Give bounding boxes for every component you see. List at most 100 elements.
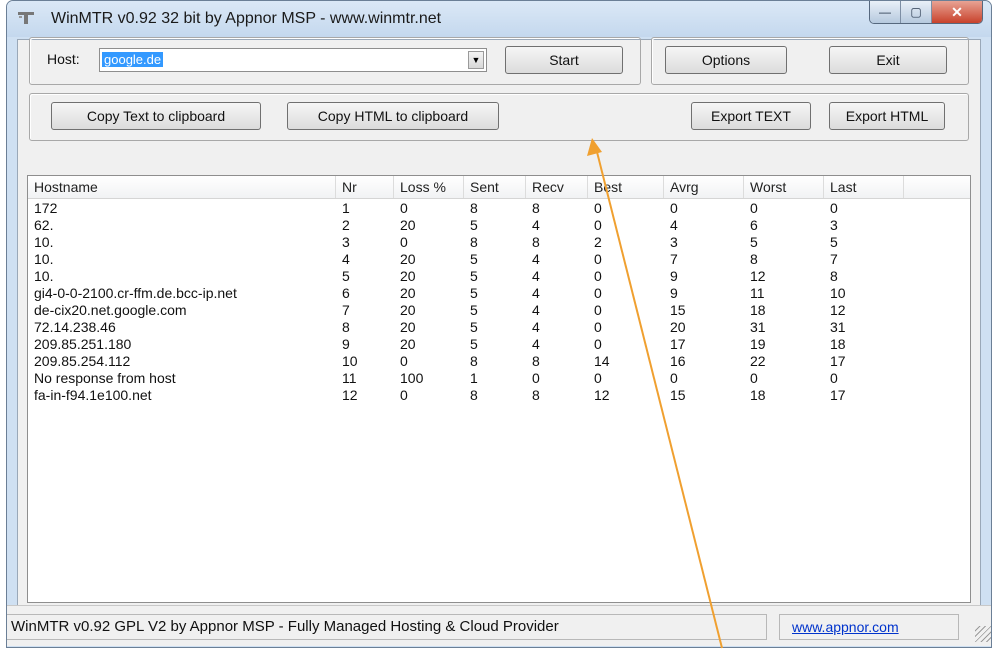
title-bar[interactable]: WinMTR v0.92 32 bit by Appnor MSP - www.…: [7, 1, 991, 37]
cell-hostname: 62.: [34, 217, 54, 233]
cell-hostname: 10.: [34, 268, 54, 284]
table-row[interactable]: gi4-0-0-2100.cr-ffm.de.bcc-ip.net 6 20 5 4 0 9…: [28, 285, 970, 301]
results-table[interactable]: Hostname Nr Loss % Sent Recv Best Avrg Worst Las…: [27, 175, 971, 603]
cell-hostname: 209.85.254.112: [34, 353, 131, 369]
cell-avrg: 9: [670, 268, 678, 284]
cell-worst: 11: [750, 285, 765, 301]
column-header-nr[interactable]: Nr: [336, 176, 394, 198]
cell-best: 0: [594, 268, 602, 284]
appnor-link[interactable]: www.appnor.com: [779, 614, 959, 640]
table-row[interactable]: de-cix20.net.google.com 7 20 5 4 0 15 18 12: [28, 302, 970, 318]
cell-last: 8: [830, 268, 838, 284]
cell-last: 31: [830, 319, 846, 335]
cell-worst: 0: [750, 200, 758, 216]
cell-avrg: 0: [670, 370, 678, 386]
host-input[interactable]: google.de: [102, 52, 164, 67]
cell-worst: 6: [750, 217, 758, 233]
cell-avrg: 15: [670, 302, 686, 318]
cell-worst: 31: [750, 319, 766, 335]
close-button[interactable]: ✕: [932, 1, 982, 23]
cell-worst: 18: [750, 387, 766, 403]
column-header-worst[interactable]: Worst: [744, 176, 824, 198]
cell-best: 0: [594, 217, 602, 233]
cell-sent: 5: [470, 251, 478, 267]
start-button[interactable]: Start: [505, 46, 623, 74]
host-combobox[interactable]: google.de ▼: [99, 48, 487, 72]
cell-sent: 5: [470, 336, 478, 352]
cell-recv: 8: [532, 353, 540, 369]
cell-avrg: 20: [670, 319, 686, 335]
copy-text-button[interactable]: Copy Text to clipboard: [51, 102, 261, 130]
cell-recv: 4: [532, 336, 540, 352]
cell-best: 0: [594, 251, 602, 267]
exit-button[interactable]: Exit: [829, 46, 947, 74]
cell-nr: 4: [342, 251, 350, 267]
cell-sent: 8: [470, 353, 478, 369]
column-header-filler: [904, 176, 970, 198]
column-header-loss[interactable]: Loss %: [394, 176, 464, 198]
column-header-last[interactable]: Last: [824, 176, 904, 198]
maximize-button[interactable]: ▢: [901, 1, 932, 23]
cell-loss: 20: [400, 268, 416, 284]
cell-recv: 0: [532, 370, 540, 386]
cell-last: 5: [830, 234, 838, 250]
chevron-down-icon[interactable]: ▼: [468, 51, 484, 69]
table-row[interactable]: 10. 3 0 8 8 2 3 5 5: [28, 234, 970, 250]
cell-sent: 8: [470, 387, 478, 403]
cell-recv: 4: [532, 217, 540, 233]
cell-best: 14: [594, 353, 610, 369]
export-text-button[interactable]: Export TEXT: [691, 102, 811, 130]
cell-best: 0: [594, 285, 602, 301]
column-header-sent[interactable]: Sent: [464, 176, 526, 198]
table-row[interactable]: 62. 2 20 5 4 0 4 6 3: [28, 217, 970, 233]
export-html-button[interactable]: Export HTML: [829, 102, 945, 130]
column-header-avrg[interactable]: Avrg: [664, 176, 744, 198]
cell-last: 3: [830, 217, 838, 233]
cell-sent: 5: [470, 319, 478, 335]
cell-hostname: de-cix20.net.google.com: [34, 302, 187, 318]
cell-nr: 1: [342, 200, 350, 216]
options-button[interactable]: Options: [665, 46, 787, 74]
cell-sent: 5: [470, 268, 478, 284]
table-header: Hostname Nr Loss % Sent Recv Best Avrg Worst Las…: [28, 176, 970, 199]
window-title: WinMTR v0.92 32 bit by Appnor MSP - www.…: [51, 10, 442, 27]
cell-nr: 11: [342, 370, 357, 386]
status-bar: WinMTR v0.92 GPL V2 by Appnor MSP - Full…: [7, 605, 991, 646]
cell-recv: 4: [532, 285, 540, 301]
column-header-hostname[interactable]: Hostname: [28, 176, 336, 198]
cell-nr: 2: [342, 217, 350, 233]
cell-nr: 10: [342, 353, 358, 369]
cell-hostname: gi4-0-0-2100.cr-ffm.de.bcc-ip.net: [34, 285, 237, 301]
cell-nr: 9: [342, 336, 350, 352]
cell-best: 0: [594, 200, 602, 216]
table-row[interactable]: 209.85.251.180 9 20 5 4 0 17 19 18: [28, 336, 970, 352]
table-row[interactable]: 72.14.238.46 8 20 5 4 0 20 31 31: [28, 319, 970, 335]
copy-html-button[interactable]: Copy HTML to clipboard: [287, 102, 499, 130]
cell-worst: 8: [750, 251, 758, 267]
cell-avrg: 4: [670, 217, 678, 233]
cell-avrg: 16: [670, 353, 686, 369]
resize-grip[interactable]: [975, 626, 991, 642]
table-row[interactable]: fa-in-f94.1e100.net 12 0 8 8 12 15 18 17: [28, 387, 970, 403]
column-header-recv[interactable]: Recv: [526, 176, 588, 198]
cell-loss: 100: [400, 370, 424, 386]
cell-last: 7: [830, 251, 838, 267]
table-row[interactable]: No response from host 11 100 1 0 0 0 0 0: [28, 370, 970, 386]
host-label: Host:: [47, 51, 80, 67]
cell-sent: 5: [470, 302, 478, 318]
cell-recv: 8: [532, 387, 540, 403]
table-row[interactable]: 10. 5 20 5 4 0 9 12 8: [28, 268, 970, 284]
cell-last: 0: [830, 200, 838, 216]
table-row[interactable]: 172 1 0 8 8 0 0 0 0: [28, 200, 970, 216]
cell-hostname: 72.14.238.46: [34, 319, 116, 335]
column-header-best[interactable]: Best: [588, 176, 664, 198]
table-row[interactable]: 209.85.254.112 10 0 8 8 14 16 22 17: [28, 353, 970, 369]
cell-hostname: 172: [34, 200, 58, 216]
cell-best: 12: [594, 387, 610, 403]
cell-loss: 0: [400, 353, 408, 369]
cell-avrg: 17: [670, 336, 686, 352]
table-row[interactable]: 10. 4 20 5 4 0 7 8 7: [28, 251, 970, 267]
minimize-button[interactable]: —: [870, 1, 901, 23]
cell-recv: 4: [532, 302, 540, 318]
cell-hostname: No response from host: [34, 370, 176, 386]
